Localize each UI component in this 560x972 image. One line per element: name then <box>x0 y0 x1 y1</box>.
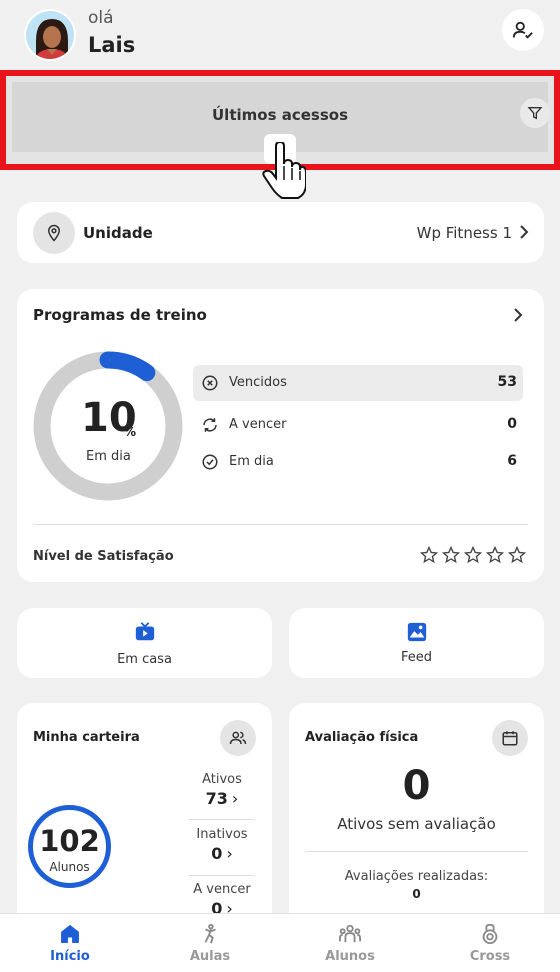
nav-item-alunos[interactable]: Alunos <box>280 914 420 972</box>
calendar-icon[interactable] <box>492 720 528 756</box>
stat-row-a-vencer[interactable]: A vencer 0 <box>193 407 523 443</box>
unit-value: Wp Fitness 1 <box>416 224 512 242</box>
star-icon <box>420 546 438 564</box>
students-total-ring[interactable]: 102 Alunos <box>28 805 111 888</box>
unit-label: Unidade <box>83 224 153 242</box>
evaluation-value: 0 <box>402 763 431 809</box>
user-name: Lais <box>88 33 136 57</box>
em-casa-label: Em casa <box>117 652 172 667</box>
star-icon <box>508 546 526 564</box>
exercise-icon <box>140 923 280 945</box>
stat-label: A vencer <box>229 417 287 432</box>
nav-item-inicio[interactable]: Início <box>0 914 140 972</box>
header: olá Lais <box>0 0 560 72</box>
wallet-stat-ativos[interactable]: Ativos 73 › <box>189 772 255 808</box>
users-icon[interactable] <box>220 720 256 756</box>
feed-label: Feed <box>400 650 432 665</box>
nav-label: Cross <box>469 949 511 964</box>
person-avatar-icon[interactable] <box>24 9 76 61</box>
wallet-stat-label: Ativos <box>202 772 242 787</box>
divider <box>305 851 528 852</box>
donut-label: Em dia <box>86 449 131 464</box>
divider <box>189 875 255 876</box>
wallet-stat-inativos[interactable]: Inativos 0 › <box>189 827 255 863</box>
filter-icon <box>527 107 543 120</box>
training-programs-card: Programas de treino 10 % Em dia Vencidos… <box>17 289 544 582</box>
nav-item-cross[interactable]: Cross <box>420 914 560 972</box>
nav-label: Início <box>50 949 90 964</box>
check-circle-icon <box>202 454 218 470</box>
wallet-stat-label: A vencer <box>193 882 251 897</box>
feed-card[interactable]: Feed <box>289 608 544 678</box>
stat-label: Em dia <box>229 454 274 469</box>
filter-button[interactable] <box>520 98 550 128</box>
tv-play-icon <box>17 621 272 643</box>
wallet-title: Minha carteira <box>33 730 140 745</box>
group-icon <box>280 923 420 945</box>
donut-progress-arc <box>99 351 156 382</box>
chevron-right-icon: › <box>226 844 233 863</box>
programs-title: Programas de treino <box>33 306 207 324</box>
donut-percent-sign: % <box>124 425 137 439</box>
satisfaction-label: Nível de Satisfação <box>33 549 174 564</box>
stat-row-vencidos[interactable]: Vencidos 53 <box>193 365 523 401</box>
chevron-right-icon[interactable] <box>512 307 524 323</box>
wallet-card: Minha carteira 102 Alunos Ativos 73 › Ina… <box>17 703 272 943</box>
stat-label: Vencidos <box>229 375 287 390</box>
unit-card[interactable]: Unidade Wp Fitness 1 <box>17 202 544 263</box>
stat-value: 53 <box>497 374 517 390</box>
chevron-right-icon <box>520 225 529 239</box>
wallet-stat-label: Inativos <box>196 827 248 842</box>
evaluations-done-label: Avaliações realizadas: <box>344 869 489 884</box>
location-pin-icon <box>33 212 75 254</box>
wallet-stat-value: 0 <box>211 844 223 863</box>
hand-cursor-icon <box>262 142 306 199</box>
wallet-stat-value: 73 <box>205 789 228 808</box>
students-total: 102 <box>39 824 100 858</box>
stat-value: 0 <box>507 416 517 432</box>
students-label: Alunos <box>49 860 90 874</box>
satisfaction-stars <box>420 546 526 564</box>
evaluations-done-value: 0 <box>412 887 421 901</box>
star-icon <box>442 546 460 564</box>
stat-value: 6 <box>507 453 517 469</box>
chevron-right-icon: › <box>231 789 239 808</box>
greeting-text: olá <box>88 8 114 28</box>
star-icon <box>486 546 504 564</box>
divider <box>189 819 255 820</box>
recent-access-title: Últimos acessos <box>212 106 348 124</box>
evaluation-card: Avaliação física 0 Ativos sem avaliação … <box>289 703 544 943</box>
nav-label: Alunos <box>325 949 375 964</box>
evaluation-value-label: Ativos sem avaliação <box>337 815 496 833</box>
em-casa-card[interactable]: Em casa <box>17 608 272 678</box>
stat-row-em-dia[interactable]: Em dia 6 <box>193 444 523 480</box>
refresh-icon <box>203 418 217 432</box>
home-icon <box>0 923 140 945</box>
image-icon <box>289 621 544 643</box>
nav-label: Aulas <box>189 949 231 964</box>
star-icon <box>464 546 482 564</box>
user-check-icon <box>512 21 533 39</box>
user-check-button[interactable] <box>502 9 544 51</box>
x-circle-icon <box>202 375 218 391</box>
bottom-nav: Início Aulas Alunos Cross <box>0 913 560 972</box>
divider <box>33 524 528 525</box>
nav-item-aulas[interactable]: Aulas <box>140 914 280 972</box>
evaluation-title: Avaliação física <box>305 730 419 745</box>
kettlebell-icon <box>420 923 560 945</box>
